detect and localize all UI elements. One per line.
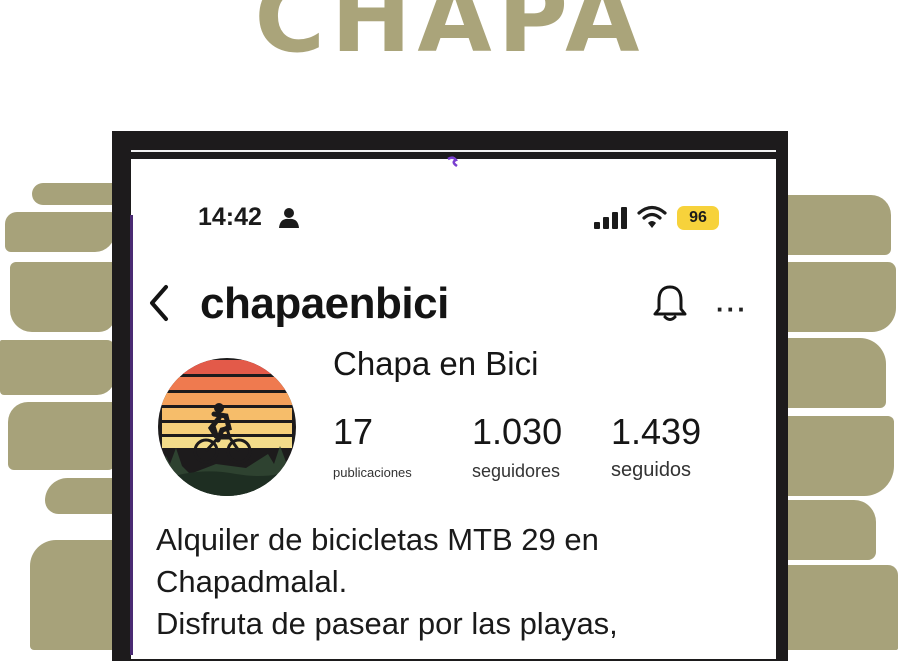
battery-indicator: 96 <box>677 206 719 230</box>
stat-followers[interactable]: 1.030 seguidores <box>472 411 562 482</box>
brush-stroke <box>786 338 886 408</box>
profile-username: chapaenbici <box>200 279 449 328</box>
stat-following-label: seguidos <box>611 459 692 481</box>
brush-stroke <box>45 478 115 514</box>
profile-avatar[interactable] <box>156 356 298 498</box>
brush-stroke <box>10 262 115 332</box>
banner-title: CHAPA <box>254 0 646 74</box>
brush-stroke <box>8 402 116 470</box>
bio-line: Disfruta de pasear por las playas, <box>156 606 618 641</box>
brush-stroke <box>786 416 894 496</box>
brush-stroke <box>0 340 115 395</box>
decorative-mark-icon <box>447 156 458 168</box>
brush-stroke <box>30 540 114 650</box>
stat-posts-value: 17 <box>333 411 374 452</box>
person-icon <box>279 208 299 228</box>
stat-posts[interactable]: 17 publicaciones <box>333 411 412 480</box>
brush-stroke <box>32 183 114 205</box>
profile-display-name: Chapa en Bici <box>333 345 539 382</box>
signal-icon <box>594 207 627 229</box>
brush-stroke <box>5 212 115 252</box>
stat-followers-label: seguidores <box>472 461 561 481</box>
stat-following-value: 1.439 <box>611 411 702 452</box>
brush-stroke <box>786 262 896 332</box>
bio-line: Chapadmalal. <box>156 564 348 599</box>
stat-posts-label: publicaciones <box>333 465 412 480</box>
bell-icon[interactable] <box>652 284 688 322</box>
stat-followers-value: 1.030 <box>472 411 563 452</box>
bio-line: Alquiler de bicicletas MTB 29 en <box>156 522 599 557</box>
profile-bio: Alquiler de bicicletas MTB 29 en Chapadm… <box>156 519 756 645</box>
status-time: 14:42 <box>198 203 262 231</box>
more-icon[interactable]: ··· <box>716 294 748 325</box>
screen-divider <box>131 150 776 152</box>
brush-stroke <box>786 500 876 560</box>
wifi-icon <box>637 205 667 228</box>
brush-stroke <box>786 565 898 650</box>
screen-edge <box>130 215 133 655</box>
stat-following[interactable]: 1.439 seguidos <box>611 411 701 482</box>
brush-stroke <box>786 195 891 255</box>
chevron-left-icon[interactable] <box>146 283 172 323</box>
